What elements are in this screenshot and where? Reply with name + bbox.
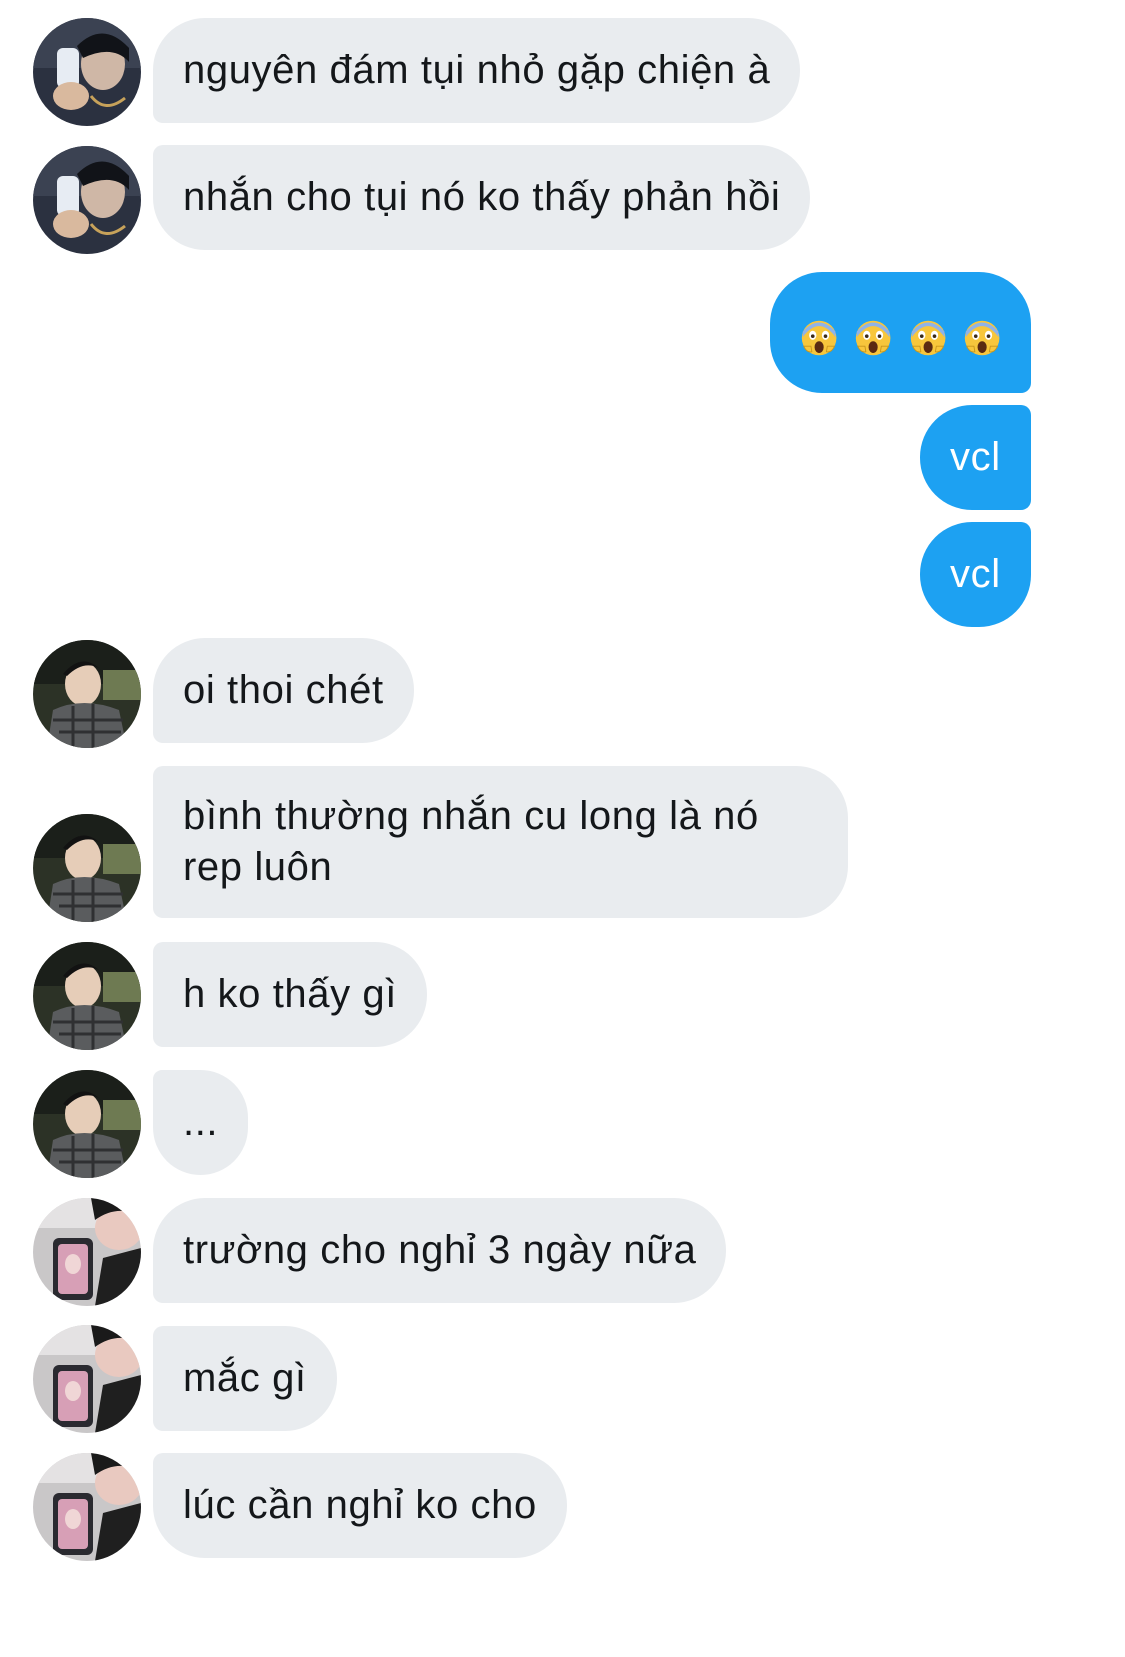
message-text: ... <box>183 1100 219 1144</box>
message-text: vcl <box>950 435 1001 479</box>
avatar-c-image <box>33 1453 141 1561</box>
face-screaming-in-fear-icon <box>909 320 946 356</box>
message-bubble[interactable]: trường cho nghỉ 3 ngày nữa <box>153 1198 727 1303</box>
message-bubble[interactable]: lúc cần nghỉ ko cho <box>153 1453 567 1558</box>
face-screaming-in-fear-icon <box>801 320 837 356</box>
message-text: oi thoi chét <box>183 668 384 712</box>
message-bubble[interactable] <box>770 272 1031 393</box>
avatar[interactable] <box>33 146 141 254</box>
avatar-c-image <box>33 1198 141 1306</box>
avatar-a-image <box>33 146 141 254</box>
message-text: mắc gì <box>183 1356 307 1400</box>
message-bubble[interactable]: nguyên đám tụi nhỏ gặp chiện à <box>153 18 801 123</box>
message-bubble[interactable]: bình thường nhắn cu long là nó rep luôn <box>153 766 848 918</box>
avatar[interactable] <box>33 1325 141 1433</box>
face-screaming-in-fear-icon <box>855 320 892 356</box>
message-text: bình thường nhắn cu long là nó rep luôn <box>183 794 759 889</box>
avatar[interactable] <box>33 1198 141 1306</box>
message-bubble[interactable]: vcl <box>920 405 1031 510</box>
message-bubble[interactable]: vcl <box>920 522 1031 627</box>
avatar[interactable] <box>33 18 141 126</box>
avatar[interactable] <box>33 1070 141 1178</box>
message-text: trường cho nghỉ 3 ngày nữa <box>183 1228 697 1272</box>
message-bubble[interactable]: nhắn cho tụi nó ko thấy phản hồi <box>153 145 811 250</box>
avatar[interactable] <box>33 942 141 1050</box>
avatar[interactable] <box>33 640 141 748</box>
avatar-a-image <box>33 18 141 126</box>
message-bubble[interactable]: mắc gì <box>153 1326 337 1431</box>
message-text: h ko thấy gì <box>183 972 397 1016</box>
message-bubble[interactable]: ... <box>153 1070 249 1175</box>
avatar-b-image <box>33 814 141 922</box>
message-text: vcl <box>950 552 1001 596</box>
avatar-b-image <box>33 1070 141 1178</box>
avatar-b-image <box>33 942 141 1050</box>
message-bubble[interactable]: h ko thấy gì <box>153 942 427 1047</box>
message-bubble[interactable]: oi thoi chét <box>153 638 414 743</box>
avatar[interactable] <box>33 1453 141 1561</box>
message-text: lúc cần nghỉ ko cho <box>183 1483 537 1527</box>
message-text: nhắn cho tụi nó ko thấy phản hồi <box>183 175 781 219</box>
avatar-c-image <box>33 1325 141 1433</box>
message-text: nguyên đám tụi nhỏ gặp chiện à <box>183 48 771 92</box>
avatar[interactable] <box>33 814 141 922</box>
avatar-b-image <box>33 640 141 748</box>
face-screaming-in-fear-icon <box>964 320 1000 356</box>
